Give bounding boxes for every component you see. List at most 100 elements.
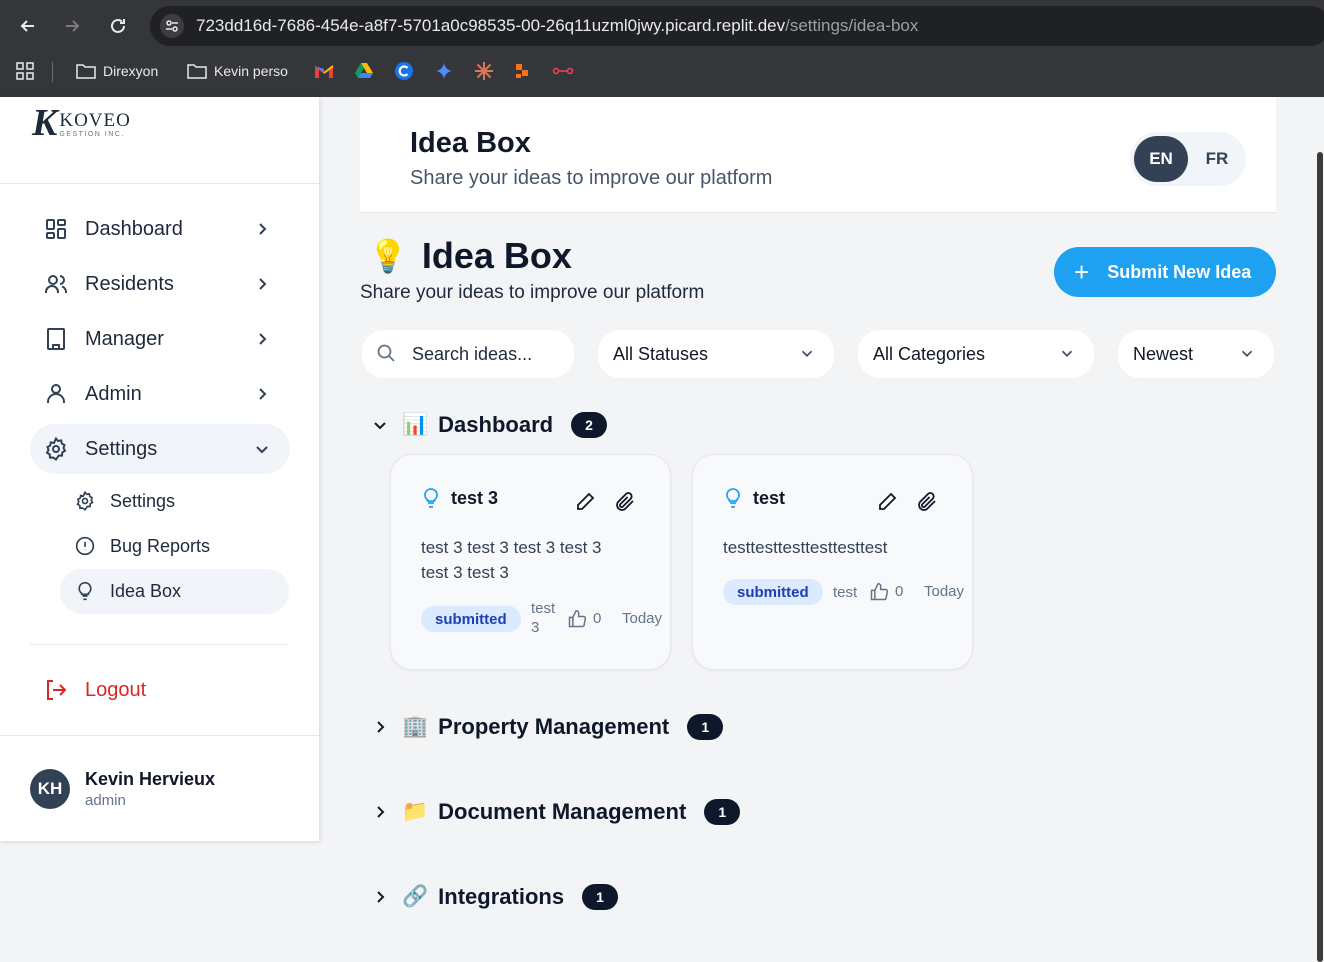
idea-card[interactable]: test testtesttesttesttesttest submitted …	[692, 454, 973, 670]
pencil-icon[interactable]	[574, 491, 596, 513]
alert-circle-icon	[75, 536, 95, 556]
status-filter-value: All Statuses	[613, 343, 709, 364]
idea-box-subtitle: Share your ideas to improve our platform	[360, 282, 705, 303]
thumbs-up-icon[interactable]	[869, 582, 889, 602]
logo-subtitle: GESTION INC.	[59, 131, 125, 138]
sidebar-subitem-bug-reports[interactable]: Bug Reports	[60, 524, 289, 569]
lang-fr-button[interactable]: FR	[1192, 136, 1242, 182]
search-input[interactable]	[412, 340, 572, 368]
sidebar-subitem-settings[interactable]: Settings	[60, 479, 289, 524]
logout-icon	[47, 680, 67, 700]
status-badge: submitted	[723, 579, 823, 605]
thumbs-up-icon[interactable]	[567, 609, 587, 629]
sidebar-item-dashboard[interactable]: Dashboard	[30, 204, 290, 254]
language-switcher: EN FR	[1130, 132, 1246, 186]
bookmark-flow[interactable]	[552, 60, 574, 82]
idea-description-line: test 3 test 3	[421, 563, 509, 582]
sidebar-divider	[30, 644, 289, 645]
submit-label: Submit New Idea	[1107, 261, 1252, 282]
sidebar-item-manager[interactable]: Manager	[30, 314, 290, 364]
app-page: K KOVEO GESTION INC. Dashboard Residents…	[0, 97, 1324, 962]
category-count-badge: 1	[582, 884, 619, 910]
search-box	[362, 330, 574, 378]
category-header-integrations[interactable]: 🔗 Integrations 1	[370, 884, 619, 910]
bookmark-kevin-perso[interactable]: Kevin perso	[187, 60, 288, 82]
user-profile[interactable]: KH Kevin Hervieux admin	[30, 769, 215, 809]
idea-date: Today	[924, 583, 965, 600]
koveo-logo[interactable]: K KOVEO GESTION INC.	[32, 104, 131, 142]
gemini-sparkle-icon	[435, 62, 453, 80]
gmail-icon	[315, 65, 334, 78]
bookmark-direxyon[interactable]: Direxyon	[76, 60, 158, 82]
bookmark-orange[interactable]	[514, 60, 532, 82]
chevron-down-icon	[801, 350, 813, 357]
bookmark-separator	[52, 62, 53, 82]
idea-description: test 3 test 3 test 3 test 3 test 3 test …	[421, 535, 601, 585]
sort-select[interactable]: Newest	[1118, 330, 1274, 378]
category-filter-select[interactable]: All Categories	[858, 330, 1094, 378]
sidebar-item-label: Dashboard	[85, 217, 183, 240]
search-icon	[377, 344, 395, 362]
vote-count: 0	[593, 610, 602, 627]
sidebar-subitem-idea-box[interactable]: Idea Box	[60, 569, 289, 614]
chevron-right-icon	[377, 891, 385, 903]
idea-category-label: test 3	[531, 599, 555, 637]
bookmark-gmail[interactable]	[314, 60, 334, 82]
logo-name: KOVEO	[59, 110, 131, 131]
paperclip-icon[interactable]	[614, 491, 636, 513]
sidebar-item-label: Admin	[85, 382, 142, 405]
back-button[interactable]	[14, 12, 42, 40]
arrow-left-icon	[20, 20, 34, 32]
category-header-document-management[interactable]: 📁 Document Management 1	[370, 799, 741, 825]
scrollbar-thumb[interactable]	[1317, 152, 1323, 962]
category-filter-value: All Categories	[873, 343, 986, 364]
idea-date: Today	[622, 610, 663, 627]
reload-button[interactable]	[104, 12, 132, 40]
logout-label: Logout	[85, 678, 147, 701]
category-header-dashboard[interactable]: 📊 Dashboard 2	[370, 412, 608, 438]
page-subtitle: Share your ideas to improve our platform	[410, 167, 773, 189]
site-settings-icon[interactable]	[160, 14, 184, 38]
sidebar-item-settings[interactable]: Settings	[30, 424, 290, 474]
user-role: admin	[85, 792, 126, 809]
forward-button[interactable]	[58, 12, 86, 40]
category-title: Property Management	[438, 714, 670, 739]
idea-title: test 3	[451, 488, 499, 508]
avatar: KH	[30, 769, 70, 809]
chevron-down-icon	[374, 422, 386, 430]
apps-button[interactable]	[16, 60, 34, 82]
bookmark-gemini[interactable]	[434, 60, 454, 82]
url-path: /settings/idea-box	[785, 16, 919, 35]
logout-button[interactable]: Logout	[30, 665, 290, 715]
address-bar[interactable]: 723dd16d-7686-454e-a8f7-5701a0c98535-00-…	[150, 6, 1324, 46]
lang-en-button[interactable]: EN	[1134, 136, 1188, 182]
sidebar-item-residents[interactable]: Residents	[30, 259, 290, 309]
page-title: Idea Box	[410, 127, 531, 159]
arrow-right-icon	[66, 20, 80, 32]
user-name: Kevin Hervieux	[85, 769, 216, 789]
chevron-right-icon	[377, 806, 385, 818]
page-header: Idea Box Share your ideas to improve our…	[360, 97, 1276, 213]
bookmark-c[interactable]	[394, 60, 414, 82]
scrollbar[interactable]	[1316, 97, 1324, 962]
folder-icon	[187, 64, 207, 79]
bookmark-drive[interactable]	[354, 60, 374, 82]
pencil-icon[interactable]	[876, 491, 898, 513]
browser-chrome: 723dd16d-7686-454e-a8f7-5701a0c98535-00-…	[0, 0, 1324, 97]
sidebar-item-admin[interactable]: Admin	[30, 369, 290, 419]
status-filter-select[interactable]: All Statuses	[598, 330, 834, 378]
submit-new-idea-button[interactable]: + Submit New Idea	[1054, 247, 1276, 297]
plus-icon: +	[1074, 257, 1090, 287]
category-title: Dashboard	[438, 412, 554, 437]
dashboard-icon	[46, 219, 66, 239]
lightbulb-emoji-icon: 💡	[368, 238, 408, 274]
chevron-right-icon	[259, 223, 267, 235]
bookmark-claude[interactable]	[474, 60, 494, 82]
building-icon	[47, 328, 65, 350]
idea-card[interactable]: test 3 test 3 test 3 test 3 test 3 test …	[390, 454, 671, 670]
paperclip-icon[interactable]	[916, 491, 938, 513]
category-header-property-management[interactable]: 🏢 Property Management 1	[370, 714, 724, 740]
idea-box-heading: 💡 Idea Box	[368, 235, 572, 277]
claude-burst-icon	[475, 62, 493, 80]
idea-description-line: testtesttesttesttesttest	[723, 538, 888, 557]
